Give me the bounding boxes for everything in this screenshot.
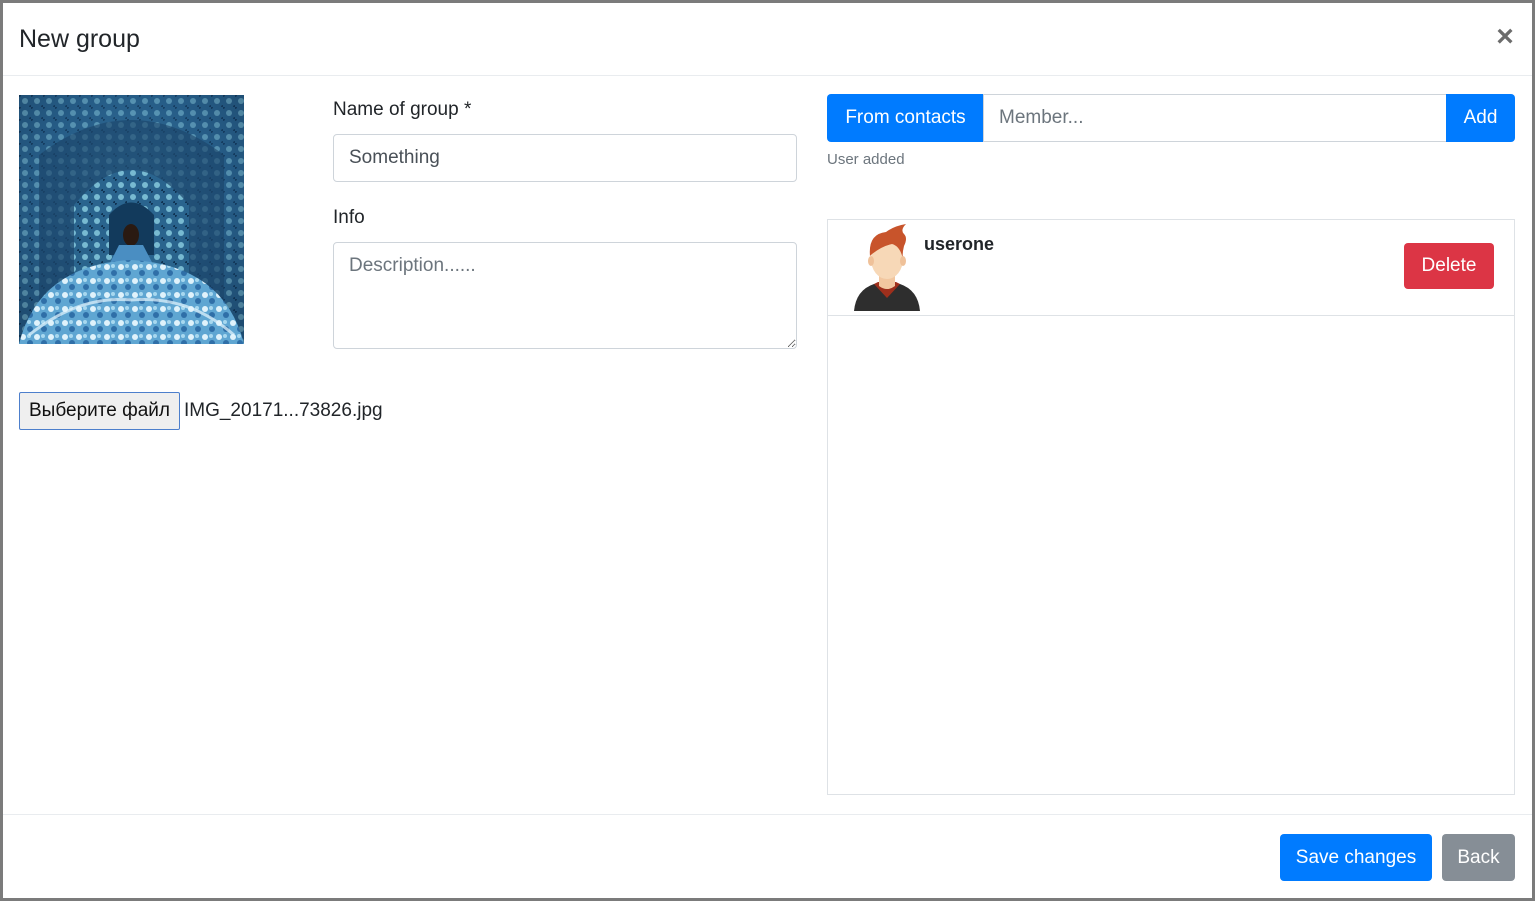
close-icon[interactable]: × [1492,21,1518,53]
group-name-label: Name of group * [333,99,472,120]
description-textarea[interactable] [333,242,797,349]
new-group-modal: New group × Name of group * Something In… [3,3,1532,898]
modal-header: New group × [3,3,1532,76]
member-list: userone Delete [827,219,1515,795]
add-member-button[interactable]: Add [1446,94,1515,142]
choose-file-button[interactable]: Выберите файл [19,392,180,430]
back-button[interactable]: Back [1442,834,1515,881]
chosen-file-name: IMG_20171...73826.jpg [183,400,383,421]
user-avatar-icon [852,224,922,311]
save-changes-button[interactable]: Save changes [1280,834,1432,881]
modal-title: New group [19,25,140,53]
delete-member-button[interactable]: Delete [1404,243,1494,289]
group-photo-image [19,95,244,344]
modal-footer: Save changes Back [3,814,1532,898]
list-item: userone Delete [828,220,1514,316]
info-label: Info [333,207,365,228]
status-text: User added [827,151,905,168]
file-chooser: Выберите файл IMG_20171...73826.jpg [19,392,383,430]
member-input[interactable] [983,94,1447,142]
member-username: userone [924,234,995,254]
from-contacts-button[interactable]: From contacts [827,94,984,142]
group-name-input[interactable] [333,134,797,182]
